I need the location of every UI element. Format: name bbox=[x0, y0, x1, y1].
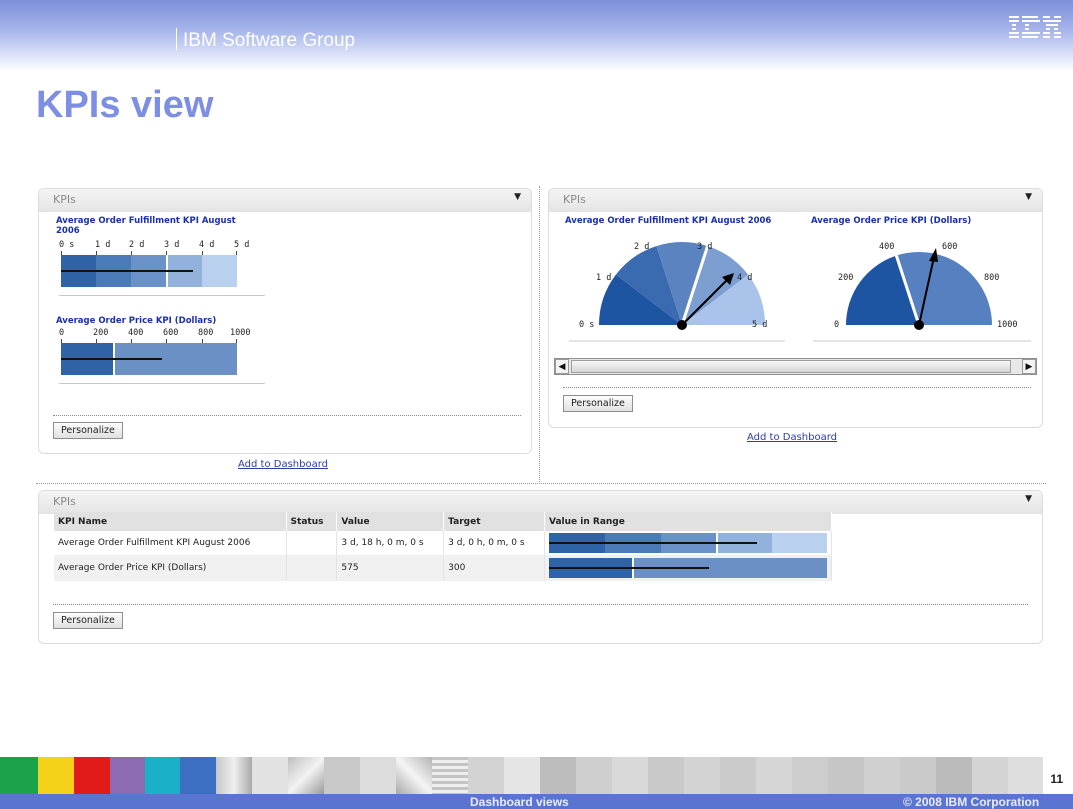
dial-tick-label: 200 bbox=[838, 273, 854, 283]
status-cell bbox=[286, 531, 338, 556]
scroll-left-icon[interactable]: ◀ bbox=[555, 359, 569, 374]
table-header-row: KPI Name Status Value Target Value in Ra… bbox=[54, 512, 832, 531]
tick-label: 200 bbox=[93, 328, 109, 338]
column-header[interactable]: Value bbox=[336, 512, 445, 531]
value-cell: 575 bbox=[336, 555, 445, 581]
fulfillment-linear-gauge bbox=[61, 251, 237, 287]
status-cell bbox=[286, 555, 338, 581]
personalize-button[interactable]: Personalize bbox=[53, 612, 123, 629]
footer-copyright: © 2008 IBM Corporation bbox=[903, 795, 1040, 809]
dial-tick-label: 1 d bbox=[596, 273, 612, 283]
kpi-title-fulfillment[interactable]: Average Order Fulfillment KPI August 200… bbox=[565, 216, 795, 226]
price-linear-gauge bbox=[61, 339, 237, 375]
kpis-portlet-right: KPIs ▼ Average Order Fulfillment KPI Aug… bbox=[548, 188, 1043, 428]
gauge-value-line bbox=[61, 270, 193, 272]
table-row[interactable]: Average Order Fulfillment KPI August 200… bbox=[54, 531, 832, 556]
portlet-menu-icon[interactable]: ▼ bbox=[1025, 494, 1032, 504]
add-to-dashboard-link-left[interactable]: Add to Dashboard bbox=[238, 459, 328, 470]
dial-tick-label: 400 bbox=[879, 242, 895, 252]
tick-label: 5 d bbox=[234, 240, 250, 250]
add-to-dashboard-link-right[interactable]: Add to Dashboard bbox=[747, 432, 837, 443]
separator bbox=[59, 295, 265, 296]
dial-tick-label: 800 bbox=[984, 273, 1000, 283]
range-value-line bbox=[549, 567, 709, 569]
dotted-separator bbox=[53, 415, 521, 416]
tick-label: 2 d bbox=[129, 240, 145, 250]
column-header[interactable]: Value in Range bbox=[544, 512, 832, 531]
kpi-title-price[interactable]: Average Order Price KPI (Dollars) bbox=[56, 316, 256, 326]
slide-header-bar bbox=[0, 0, 1073, 72]
tick-label: 0 bbox=[59, 328, 65, 338]
target-cell: 300 bbox=[443, 555, 545, 581]
dial-tick-label: 1000 bbox=[997, 320, 1018, 330]
tick-label: 400 bbox=[128, 328, 144, 338]
footer-section-title: Dashboard views bbox=[470, 795, 569, 809]
kpi-title-price[interactable]: Average Order Price KPI (Dollars) bbox=[811, 216, 1011, 226]
table-row[interactable]: Average Order Price KPI (Dollars) 575 30… bbox=[54, 555, 832, 581]
dial-tick-label: 600 bbox=[942, 242, 958, 252]
column-divider bbox=[539, 186, 540, 482]
dial-tick-label: 0 s bbox=[579, 320, 595, 330]
dial-tick-label: 0 bbox=[834, 320, 840, 330]
portlet-menu-icon[interactable]: ▼ bbox=[514, 192, 521, 202]
group-label: IBM Software Group bbox=[183, 30, 356, 51]
range-value-line bbox=[549, 542, 757, 544]
tick-label: 4 d bbox=[199, 240, 215, 250]
footer-color-strip bbox=[0, 757, 1073, 794]
kpi-name-cell: Average Order Fulfillment KPI August 200… bbox=[54, 531, 287, 556]
portlet-header: KPIs ▼ bbox=[39, 189, 531, 212]
column-header[interactable]: Status bbox=[286, 512, 338, 531]
kpi-title-fulfillment[interactable]: Average Order Fulfillment KPI August 200… bbox=[56, 216, 246, 236]
kpi-table: KPI Name Status Value Target Value in Ra… bbox=[54, 512, 832, 581]
portlet-header: KPIs ▼ bbox=[549, 189, 1042, 212]
target-cell: 3 d, 0 h, 0 m, 0 s bbox=[443, 531, 545, 556]
column-header[interactable]: KPI Name bbox=[54, 512, 287, 531]
value-cell: 3 d, 18 h, 0 m, 0 s bbox=[336, 531, 445, 556]
scrollbar-thumb[interactable] bbox=[571, 360, 1011, 373]
portlet-header: KPIs ▼ bbox=[39, 491, 1042, 514]
kpi-name-cell: Average Order Price KPI (Dollars) bbox=[54, 555, 287, 581]
dotted-separator bbox=[563, 387, 1031, 388]
range-bar bbox=[549, 533, 827, 553]
dial-tick-label: 3 d bbox=[697, 242, 713, 252]
ibm-logo-icon bbox=[1009, 16, 1061, 38]
personalize-button[interactable]: Personalize bbox=[563, 395, 633, 412]
gauge-value-line bbox=[61, 358, 162, 360]
horizontal-scrollbar[interactable]: ◀ ▶ bbox=[554, 358, 1037, 375]
scroll-right-icon[interactable]: ▶ bbox=[1022, 359, 1036, 374]
portlet-menu-icon[interactable]: ▼ bbox=[1025, 192, 1032, 202]
tick-label: 600 bbox=[163, 328, 179, 338]
separator bbox=[59, 383, 265, 384]
dial-tick-label: 2 d bbox=[634, 242, 650, 252]
tick-label: 0 s bbox=[59, 240, 75, 250]
row-divider bbox=[36, 483, 1046, 484]
range-cell bbox=[544, 531, 832, 556]
tick-label: 1000 bbox=[230, 328, 251, 338]
range-cell bbox=[544, 555, 832, 581]
tick-label: 3 d bbox=[164, 240, 180, 250]
tick-label: 800 bbox=[198, 328, 214, 338]
page-number: 11 bbox=[1050, 772, 1063, 786]
dotted-separator bbox=[53, 604, 1028, 605]
group-name: IBM Software Group bbox=[176, 28, 355, 52]
column-header[interactable]: Target bbox=[443, 512, 545, 531]
portlet-title: KPIs bbox=[53, 193, 76, 206]
tick-label: 1 d bbox=[95, 240, 111, 250]
slide-title: KPIs view bbox=[36, 84, 214, 126]
dial-tick-label: 5 d bbox=[752, 320, 768, 330]
dial-tick-label: 4 d bbox=[737, 273, 753, 283]
portlet-title: KPIs bbox=[53, 495, 76, 508]
personalize-button[interactable]: Personalize bbox=[53, 422, 123, 439]
kpis-portlet-left: KPIs ▼ Average Order Fulfillment KPI Aug… bbox=[38, 188, 532, 454]
portlet-title: KPIs bbox=[563, 193, 586, 206]
range-bar bbox=[549, 558, 827, 578]
